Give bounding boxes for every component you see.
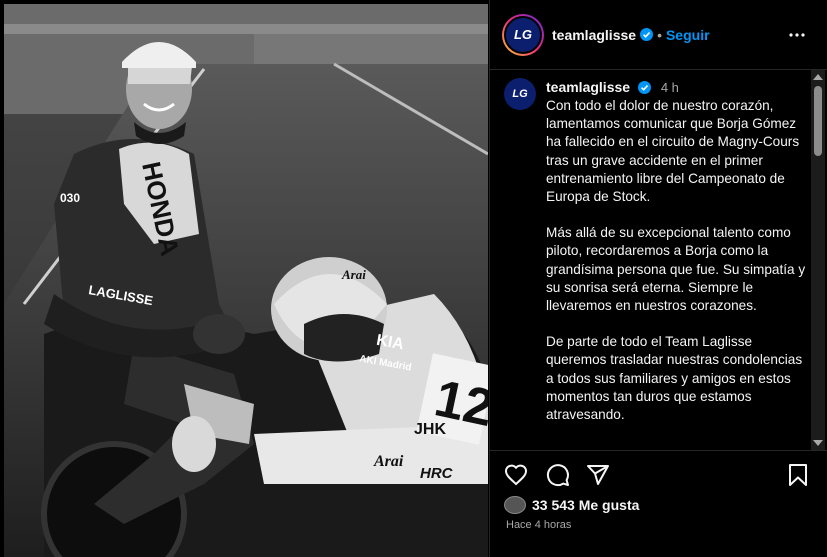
sponsor-arai-bike: Arai (373, 453, 404, 470)
sponsor-arai-helmet: Arai (341, 267, 366, 282)
heart-icon[interactable] (504, 463, 528, 487)
more-options-icon[interactable] (788, 27, 806, 43)
post-header: LG teamlaglisse • Seguir (490, 0, 827, 70)
header-username[interactable]: teamlaglisse (552, 27, 636, 43)
caption-body: teamlaglisse 4 h Con todo el dolor de nu… (540, 78, 810, 442)
post-photo[interactable]: 12 JHK Arai HRC Arai KIA AKI Madrid HOND… (4, 4, 488, 557)
caption-row: LG teamlaglisse 4 h Con todo el dolor de… (504, 78, 810, 442)
verified-badge-icon (640, 28, 654, 41)
caption-username[interactable]: teamlaglisse (546, 79, 630, 95)
caption-paragraph: Más allá de su excepcional talento como … (546, 225, 806, 314)
post-side-panel: LG teamlaglisse • Seguir LG teamlaglisse… (489, 0, 827, 557)
scroll-up-arrow-icon[interactable] (813, 74, 823, 80)
separator-dot: • (657, 26, 662, 43)
sponsor-jhk: JHK (414, 421, 446, 438)
rider-photo-illustration: 12 JHK Arai HRC Arai KIA AKI Madrid HOND… (4, 4, 488, 557)
caption-paragraph: De parte de todo el Team Laglisse querem… (546, 334, 803, 423)
scroll-down-arrow-icon[interactable] (813, 440, 823, 446)
bookmark-icon[interactable] (786, 463, 810, 487)
comment-icon[interactable] (546, 463, 570, 487)
likes-row[interactable]: 33 543 Me gusta (504, 496, 639, 514)
scroll-thumb[interactable] (814, 86, 822, 156)
caption-area: LG teamlaglisse 4 h Con todo el dolor de… (504, 78, 810, 448)
caption-avatar-wrap: LG (504, 78, 540, 442)
caption-text: Con todo el dolor de nuestro corazón, la… (546, 97, 810, 424)
caption-scrollbar[interactable] (811, 70, 825, 450)
post-modal: 12 JHK Arai HRC Arai KIA AKI Madrid HOND… (0, 0, 827, 557)
profile-avatar-ring[interactable]: LG (502, 13, 544, 56)
liker-avatar[interactable] (504, 496, 526, 514)
caption-time[interactable]: 4 h (661, 80, 679, 95)
post-timestamp[interactable]: Hace 4 horas (506, 519, 571, 531)
verified-badge-icon (637, 81, 651, 94)
caption-head: teamlaglisse 4 h (546, 78, 810, 97)
action-bar (490, 450, 827, 498)
likes-count[interactable]: 33 543 Me gusta (532, 497, 639, 513)
caption-avatar[interactable]: LG (504, 78, 536, 110)
caption-paragraph: Con todo el dolor de nuestro corazón, la… (546, 98, 800, 205)
follow-button[interactable]: Seguir (666, 27, 710, 43)
sponsor-hrc: HRC (420, 465, 454, 482)
profile-avatar[interactable]: LG (504, 15, 542, 54)
share-icon[interactable] (586, 463, 610, 487)
sponsor-030: 030 (60, 191, 80, 205)
